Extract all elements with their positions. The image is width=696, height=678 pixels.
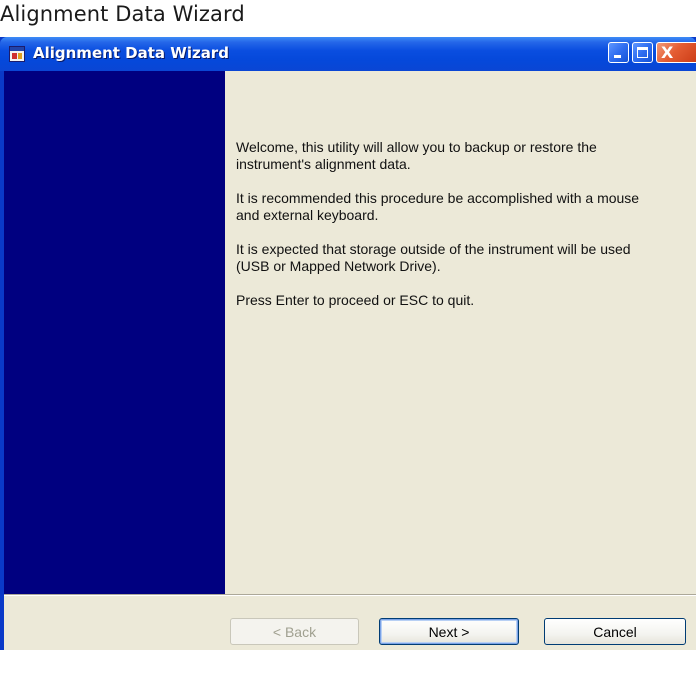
minimize-icon [614,55,621,58]
recommendation-text: It is recommended this procedure be acco… [236,190,640,223]
welcome-text: Welcome, this utility will allow you to … [236,139,597,172]
instruction-text: Press Enter to proceed or ESC to quit. [236,292,475,308]
next-button[interactable]: Next > [379,618,519,645]
button-separator [4,594,696,596]
maximize-button[interactable] [632,42,653,63]
storage-text: It is expected that storage outside of t… [236,241,631,274]
title-bar[interactable]: Alignment Data Wizard X [0,37,696,71]
close-button[interactable]: X [656,42,696,63]
page-caption: Alignment Data Wizard [0,2,245,26]
wizard-message: Welcome, this utility will allow you to … [236,139,686,326]
close-icon: X [661,43,674,62]
wizard-side-panel [4,71,225,594]
minimize-button[interactable] [608,42,629,63]
back-button[interactable]: < Back [230,618,359,645]
app-icon[interactable] [9,46,25,62]
maximize-icon [637,47,648,58]
wizard-client-area: Welcome, this utility will allow you to … [4,71,696,650]
cancel-button[interactable]: Cancel [544,618,686,645]
wizard-window: Alignment Data Wizard X Welcome, this ut… [0,37,696,650]
window-title: Alignment Data Wizard [33,44,229,62]
